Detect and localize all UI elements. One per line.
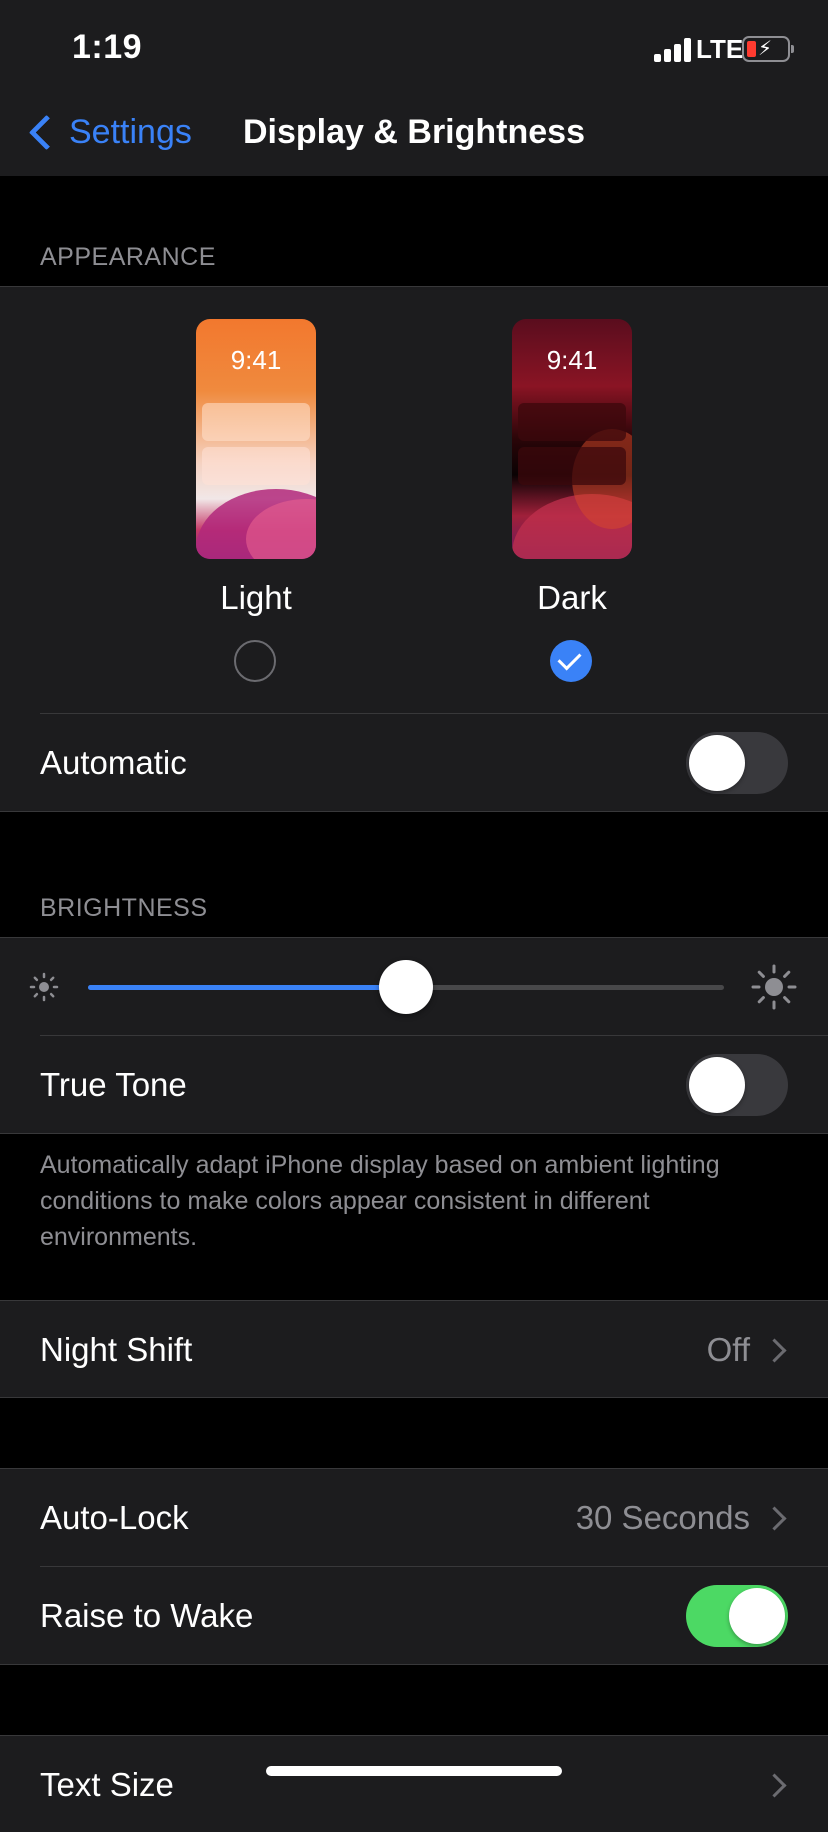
true-tone-label: True Tone (40, 1066, 187, 1103)
dark-mode-radio-checked[interactable] (550, 640, 592, 682)
battery-icon: ⚡ (742, 36, 794, 62)
raise-to-wake-label: Raise to Wake (40, 1597, 254, 1634)
night-shift-row[interactable]: Night Shift Off (0, 1300, 828, 1398)
raise-to-wake-toggle[interactable] (686, 1585, 788, 1647)
home-indicator[interactable] (266, 1766, 562, 1776)
text-size-row[interactable]: Text Size (0, 1735, 828, 1832)
automatic-label: Automatic (40, 744, 187, 781)
brightness-section-header: BRIGHTNESS (40, 894, 208, 922)
sun-small-icon (29, 972, 59, 1002)
lock-group: Auto-Lock 30 Seconds Raise to Wake (0, 1468, 828, 1665)
chevron-right-icon (762, 1338, 787, 1363)
true-tone-description: Automatically adapt iPhone display based… (40, 1151, 720, 1251)
light-mode-preview[interactable]: 9:41 (196, 319, 316, 559)
text-size-label: Text Size (40, 1766, 174, 1803)
auto-lock-label: Auto-Lock (40, 1499, 189, 1536)
night-shift-label: Night Shift (40, 1331, 193, 1368)
night-shift-value: Off (706, 1331, 750, 1368)
auto-lock-row[interactable]: Auto-Lock 30 Seconds (0, 1469, 828, 1566)
dark-preview-time: 9:41 (546, 345, 598, 375)
network-type: LTE (696, 34, 744, 64)
appearance-group: 9:41 Light 9:41 Dark Automatic (0, 286, 828, 812)
automatic-toggle[interactable] (686, 732, 788, 794)
light-preview-time: 9:41 (230, 345, 282, 375)
dark-mode-preview[interactable]: 9:41 (512, 319, 632, 559)
brightness-group: True Tone (0, 937, 828, 1134)
dark-mode-label: Dark (537, 579, 607, 616)
brightness-slider-fill (88, 985, 406, 990)
page-title: Display & Brightness (243, 113, 585, 151)
appearance-section-header: APPEARANCE (40, 243, 216, 271)
chevron-right-icon (762, 1773, 787, 1798)
chevron-right-icon (762, 1506, 787, 1531)
auto-lock-value: 30 Seconds (575, 1499, 750, 1536)
sun-large-icon (751, 964, 797, 1010)
brightness-slider-thumb[interactable] (379, 960, 433, 1014)
light-mode-radio[interactable] (234, 640, 276, 682)
status-time: 1:19 (72, 28, 143, 66)
light-mode-label: Light (220, 579, 292, 616)
true-tone-toggle[interactable] (686, 1054, 788, 1116)
signal-icon (654, 38, 694, 62)
status-bar: 1:19 LTE ⚡ (0, 0, 828, 100)
